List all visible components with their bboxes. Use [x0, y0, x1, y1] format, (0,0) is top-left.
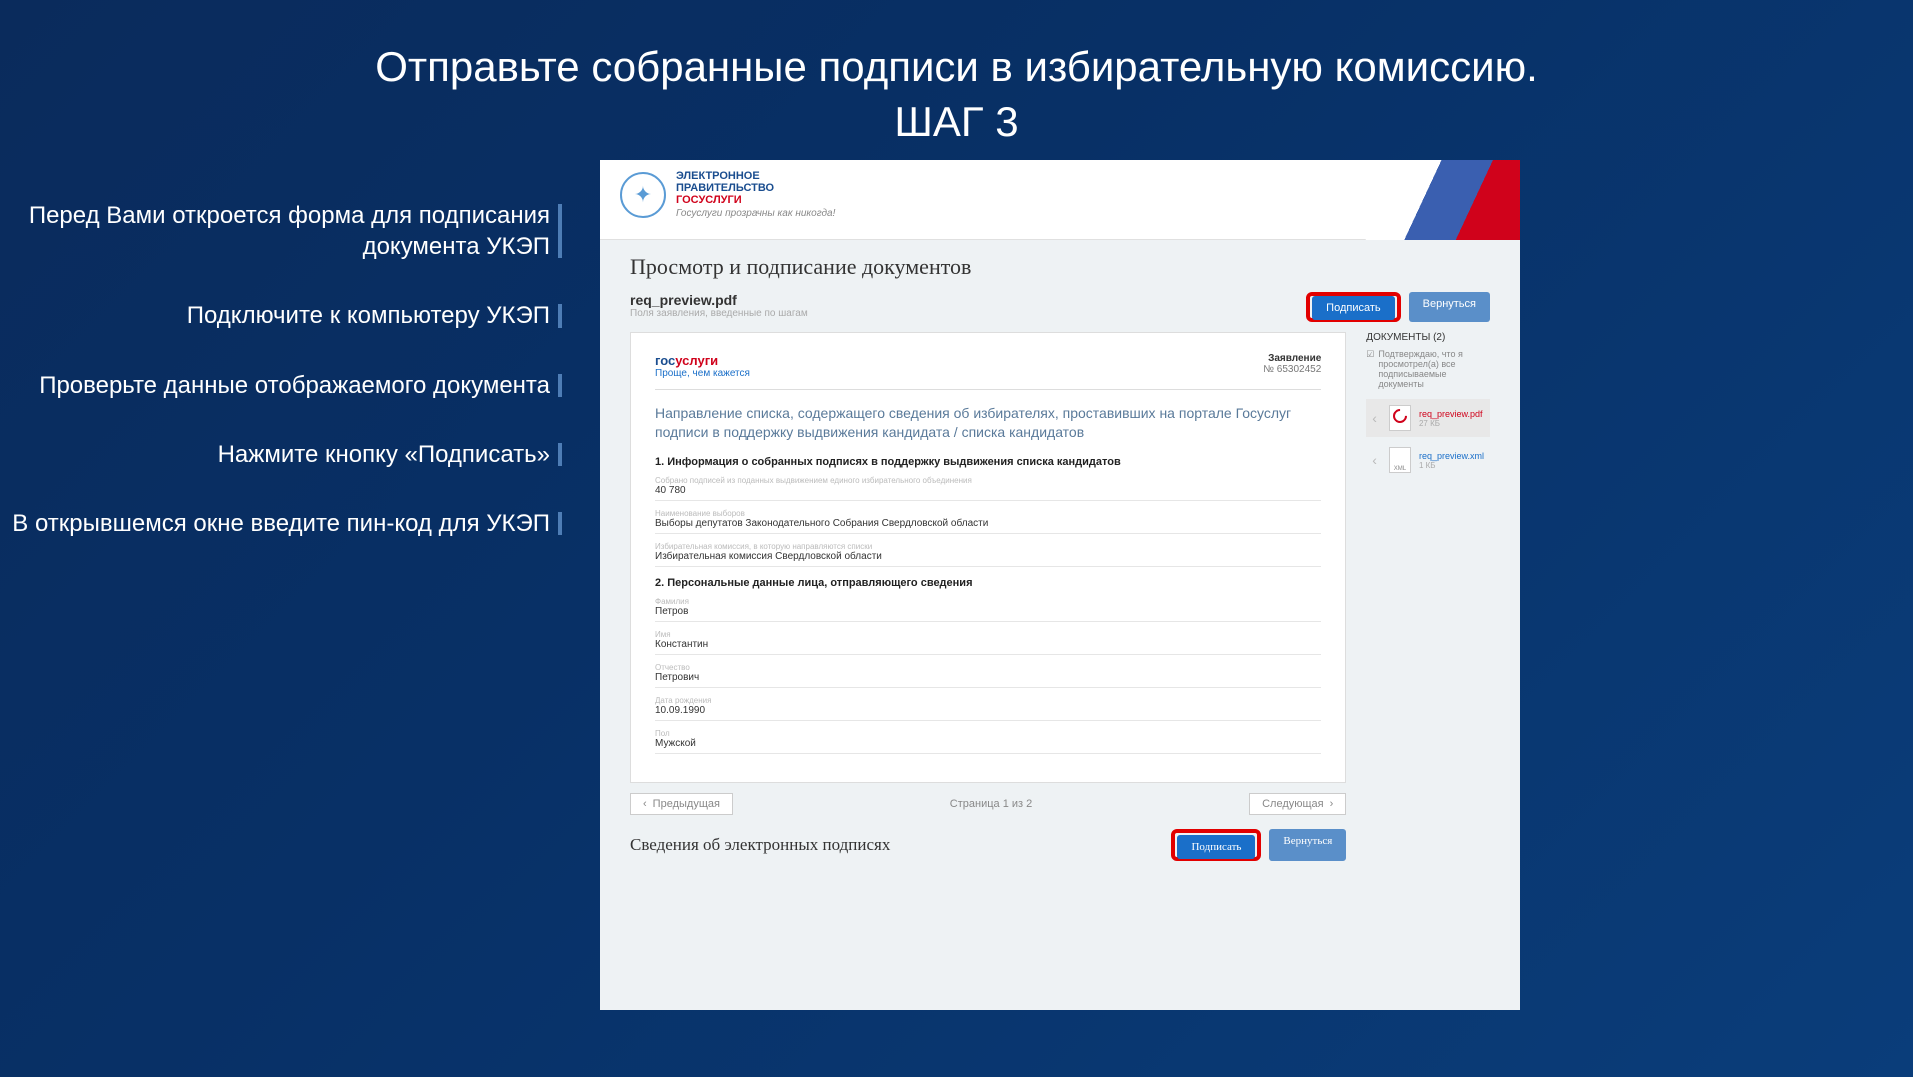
sign-button-highlight: Подписать [1171, 829, 1261, 861]
form-field: Дата рождения 10.09.1990 [655, 696, 1321, 721]
pager: ‹Предыдущая Страница 1 из 2 Следующая› [630, 793, 1346, 815]
instruction-step: Перед Вами откроется форма для подписани… [0, 200, 550, 262]
xml-file-icon: XML [1389, 447, 1411, 473]
title-line2: ШАГ 3 [0, 95, 1913, 150]
documents-sidebar: ДОКУМЕНТЫ (2) ☑ Подтверждаю, что я просм… [1366, 332, 1490, 483]
file-size: 27 КБ [1419, 419, 1483, 428]
instruction-step: В открывшемся окне введите пин-код для У… [0, 508, 550, 539]
sign-button-highlight: Подписать [1306, 292, 1400, 322]
logo-text: ЭЛЕКТРОННОЕ ПРАВИТЕЛЬСТВО ГОСУСЛУГИ [676, 170, 835, 206]
form-field: Избирательная комиссия, в которую направ… [655, 542, 1321, 567]
field-value: Константин [655, 639, 1321, 650]
signatures-section-title: Сведения об электронных подписях [630, 835, 890, 855]
field-label: Отчество [655, 663, 1321, 672]
chevron-left-icon: ‹ [1372, 410, 1377, 426]
back-button[interactable]: Вернуться [1269, 829, 1346, 861]
flag-decoration [1300, 160, 1520, 240]
gosuslugi-logo: госуслуги Проще, чем кажется [655, 353, 750, 379]
gosuslugi-tagline: Проще, чем кажется [655, 368, 750, 379]
document-subtitle: Поля заявления, введенные по шагам [630, 308, 808, 319]
title-line1: Отправьте собранные подписи в избиратель… [0, 40, 1913, 95]
form-field: Фамилия Петров [655, 597, 1321, 622]
file-size: 1 КБ [1419, 461, 1484, 470]
preview-intro: Направление списка, содержащего сведения… [655, 404, 1321, 442]
field-value: 40 780 [655, 485, 1321, 496]
screenshot-panel: ✦ ЭЛЕКТРОННОЕ ПРАВИТЕЛЬСТВО ГОСУСЛУГИ Го… [600, 160, 1520, 1010]
field-value: Мужской [655, 738, 1321, 749]
field-value: Выборы депутатов Законодательного Собран… [655, 518, 1321, 529]
field-label: Наименование выборов [655, 509, 1321, 518]
field-value: 10.09.1990 [655, 705, 1321, 716]
file-item[interactable]: ‹ XML req_preview.xml 1 КБ [1366, 441, 1490, 479]
field-label: Избирательная комиссия, в которую направ… [655, 542, 1321, 551]
field-label: Имя [655, 630, 1321, 639]
chevron-left-icon: ‹ [1372, 452, 1377, 468]
confirm-checkbox[interactable]: ☑ [1366, 349, 1374, 389]
gov-header: ✦ ЭЛЕКТРОННОЕ ПРАВИТЕЛЬСТВО ГОСУСЛУГИ Го… [600, 160, 1520, 240]
field-value: Петров [655, 606, 1321, 617]
application-label: Заявление [1263, 353, 1321, 364]
section2-title: 2. Персональные данные лица, отправляюще… [655, 577, 1321, 589]
file-name: req_preview.xml [1419, 451, 1484, 461]
field-label: Собрано подписей из поданных выдвижением… [655, 476, 1321, 485]
section-title: Просмотр и подписание документов [630, 254, 1490, 280]
application-number: № 65302452 [1263, 364, 1321, 375]
form-field: Собрано подписей из поданных выдвижением… [655, 476, 1321, 501]
logo-emblem-icon: ✦ [620, 172, 666, 218]
instruction-step: Нажмите кнопку «Подписать» [0, 439, 550, 470]
back-button[interactable]: Вернуться [1409, 292, 1490, 322]
pdf-file-icon [1389, 405, 1411, 431]
chevron-right-icon: › [1330, 798, 1334, 810]
instruction-step: Подключите к компьютеру УКЭП [0, 300, 550, 331]
logo-subtitle: Госуслуги прозрачны как никогда! [676, 208, 835, 219]
file-name: req_preview.pdf [1419, 409, 1483, 419]
slide-title: Отправьте собранные подписи в избиратель… [0, 0, 1913, 149]
form-field: Наименование выборов Выборы депутатов За… [655, 509, 1321, 534]
sign-button[interactable]: Подписать [1312, 296, 1394, 320]
file-item[interactable]: ‹ req_preview.pdf 27 КБ [1366, 399, 1490, 437]
sidebar-title: ДОКУМЕНТЫ (2) [1366, 332, 1490, 343]
form-field: Отчество Петрович [655, 663, 1321, 688]
instruction-list: Перед Вами откроется форма для подписани… [0, 200, 580, 577]
page-info: Страница 1 из 2 [950, 798, 1032, 810]
instruction-step: Проверьте данные отображаемого документа [0, 370, 550, 401]
confirm-label: Подтверждаю, что я просмотрел(а) все под… [1378, 349, 1490, 389]
next-page-button[interactable]: Следующая› [1249, 793, 1346, 815]
section1-title: 1. Информация о собранных подписях в под… [655, 456, 1321, 468]
field-label: Дата рождения [655, 696, 1321, 705]
logo-line1: ЭЛЕКТРОННОЕ [676, 170, 835, 182]
document-name: req_preview.pdf [630, 292, 808, 308]
form-field: Имя Константин [655, 630, 1321, 655]
field-value: Петрович [655, 672, 1321, 683]
field-label: Пол [655, 729, 1321, 738]
prev-page-button[interactable]: ‹Предыдущая [630, 793, 733, 815]
logo-line3: ГОСУСЛУГИ [676, 194, 835, 206]
form-field: Пол Мужской [655, 729, 1321, 754]
document-preview: госуслуги Проще, чем кажется Заявление №… [630, 332, 1346, 783]
sign-button[interactable]: Подписать [1177, 835, 1255, 859]
field-value: Избирательная комиссия Свердловской обла… [655, 551, 1321, 562]
field-label: Фамилия [655, 597, 1321, 606]
logo-line2: ПРАВИТЕЛЬСТВО [676, 182, 835, 194]
chevron-left-icon: ‹ [643, 798, 647, 810]
